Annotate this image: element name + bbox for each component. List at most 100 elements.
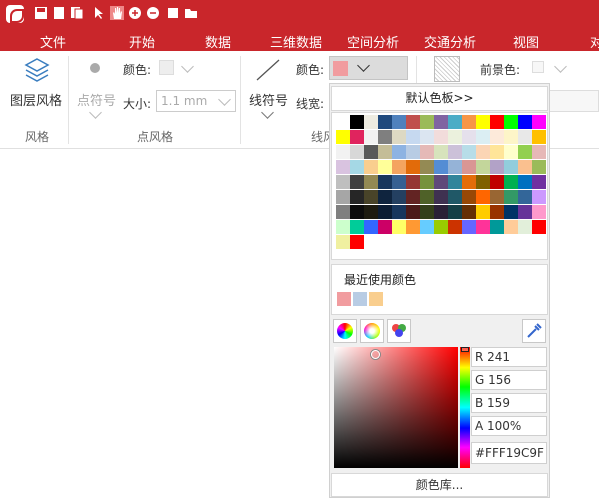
palette-color-swatch[interactable] <box>392 145 406 159</box>
palette-color-swatch[interactable] <box>532 160 546 174</box>
palette-color-swatch[interactable] <box>518 160 532 174</box>
saturation-value-picker[interactable] <box>334 347 458 468</box>
recent-color-swatch[interactable] <box>337 292 351 306</box>
palette-color-swatch[interactable] <box>504 115 518 129</box>
palette-color-swatch[interactable] <box>406 205 420 219</box>
save-icon[interactable] <box>34 6 48 20</box>
palette-color-swatch[interactable] <box>434 160 448 174</box>
palette-color-swatch[interactable] <box>518 145 532 159</box>
palette-color-swatch[interactable] <box>490 190 504 204</box>
palette-color-swatch[interactable] <box>336 160 350 174</box>
palette-color-swatch[interactable] <box>420 160 434 174</box>
color-spectrum-button[interactable] <box>360 319 384 343</box>
palette-color-swatch[interactable] <box>406 145 420 159</box>
palette-color-swatch[interactable] <box>420 175 434 189</box>
palette-color-swatch[interactable] <box>336 205 350 219</box>
palette-color-swatch[interactable] <box>462 220 476 234</box>
palette-color-swatch[interactable] <box>518 205 532 219</box>
palette-color-swatch[interactable] <box>448 190 462 204</box>
palette-color-swatch[interactable] <box>476 220 490 234</box>
palette-color-swatch[interactable] <box>350 220 364 234</box>
palette-color-swatch[interactable] <box>350 160 364 174</box>
tab-view[interactable]: 视图 <box>513 32 539 51</box>
foreground-color-swatch[interactable] <box>532 61 544 73</box>
palette-color-swatch[interactable] <box>490 220 504 234</box>
eyedropper-button[interactable] <box>522 319 546 343</box>
palette-color-swatch[interactable] <box>350 190 364 204</box>
palette-color-swatch[interactable] <box>476 175 490 189</box>
palette-color-swatch[interactable] <box>392 190 406 204</box>
hex-value-field[interactable]: #FFF19C9F <box>471 442 547 464</box>
palette-color-swatch[interactable] <box>364 220 378 234</box>
palette-color-swatch[interactable] <box>364 190 378 204</box>
default-palette-button[interactable]: 默认色板>> <box>331 86 548 111</box>
palette-color-swatch[interactable] <box>434 205 448 219</box>
red-value-field[interactable]: R 241 <box>471 347 547 367</box>
palette-color-swatch[interactable] <box>504 220 518 234</box>
tab-traffic-analysis[interactable]: 交通分析 <box>424 32 476 51</box>
palette-color-swatch[interactable] <box>378 160 392 174</box>
new-doc-icon[interactable] <box>52 6 66 20</box>
tab-more[interactable]: 对 <box>590 32 599 51</box>
palette-color-swatch[interactable] <box>420 115 434 129</box>
tab-data[interactable]: 数据 <box>205 32 231 51</box>
palette-color-swatch[interactable] <box>392 220 406 234</box>
open-folder-icon[interactable] <box>184 6 198 20</box>
palette-color-swatch[interactable] <box>434 175 448 189</box>
palette-color-swatch[interactable] <box>350 235 364 249</box>
palette-color-swatch[interactable] <box>350 145 364 159</box>
palette-color-swatch[interactable] <box>364 175 378 189</box>
palette-color-swatch[interactable] <box>420 130 434 144</box>
hue-slider[interactable] <box>460 347 470 468</box>
point-size-input[interactable]: 1.1 mm <box>156 90 236 112</box>
palette-color-swatch[interactable] <box>518 190 532 204</box>
palette-color-swatch[interactable] <box>406 160 420 174</box>
tab-start[interactable]: 开始 <box>129 32 155 51</box>
palette-color-swatch[interactable] <box>420 190 434 204</box>
palette-color-swatch[interactable] <box>336 115 350 129</box>
palette-color-swatch[interactable] <box>504 190 518 204</box>
palette-color-swatch[interactable] <box>448 205 462 219</box>
fill-option-input[interactable] <box>549 90 599 112</box>
palette-color-swatch[interactable] <box>476 205 490 219</box>
palette-color-swatch[interactable] <box>462 160 476 174</box>
blue-value-field[interactable]: B 159 <box>471 393 547 413</box>
layer-style-button[interactable]: 图层风格 <box>10 90 62 109</box>
full-extent-icon[interactable] <box>166 6 180 20</box>
palette-color-swatch[interactable] <box>378 205 392 219</box>
palette-color-swatch[interactable] <box>350 175 364 189</box>
palette-color-swatch[interactable] <box>420 145 434 159</box>
palette-color-swatch[interactable] <box>448 175 462 189</box>
palette-color-swatch[interactable] <box>406 115 420 129</box>
palette-color-swatch[interactable] <box>336 145 350 159</box>
palette-color-swatch[interactable] <box>490 115 504 129</box>
palette-color-swatch[interactable] <box>504 205 518 219</box>
palette-color-swatch[interactable] <box>336 130 350 144</box>
palette-color-swatch[interactable] <box>336 220 350 234</box>
palette-color-swatch[interactable] <box>518 220 532 234</box>
palette-color-swatch[interactable] <box>392 130 406 144</box>
palette-color-swatch[interactable] <box>378 130 392 144</box>
palette-color-swatch[interactable] <box>518 130 532 144</box>
palette-color-swatch[interactable] <box>462 130 476 144</box>
palette-color-swatch[interactable] <box>364 160 378 174</box>
recent-color-swatch[interactable] <box>369 292 383 306</box>
recent-color-swatch[interactable] <box>353 292 367 306</box>
palette-color-swatch[interactable] <box>392 115 406 129</box>
palette-color-swatch[interactable] <box>434 130 448 144</box>
palette-color-swatch[interactable] <box>476 115 490 129</box>
palette-color-swatch[interactable] <box>406 130 420 144</box>
palette-color-swatch[interactable] <box>462 145 476 159</box>
palette-color-swatch[interactable] <box>434 220 448 234</box>
palette-color-swatch[interactable] <box>490 205 504 219</box>
palette-color-swatch[interactable] <box>504 175 518 189</box>
color-library-button[interactable]: 颜色库... <box>331 473 548 497</box>
palette-color-swatch[interactable] <box>462 175 476 189</box>
palette-color-swatch[interactable] <box>336 235 350 249</box>
palette-color-swatch[interactable] <box>378 220 392 234</box>
palette-color-swatch[interactable] <box>378 115 392 129</box>
palette-color-swatch[interactable] <box>448 160 462 174</box>
palette-color-swatch[interactable] <box>350 115 364 129</box>
green-value-field[interactable]: G 156 <box>471 370 547 390</box>
palette-color-swatch[interactable] <box>476 130 490 144</box>
